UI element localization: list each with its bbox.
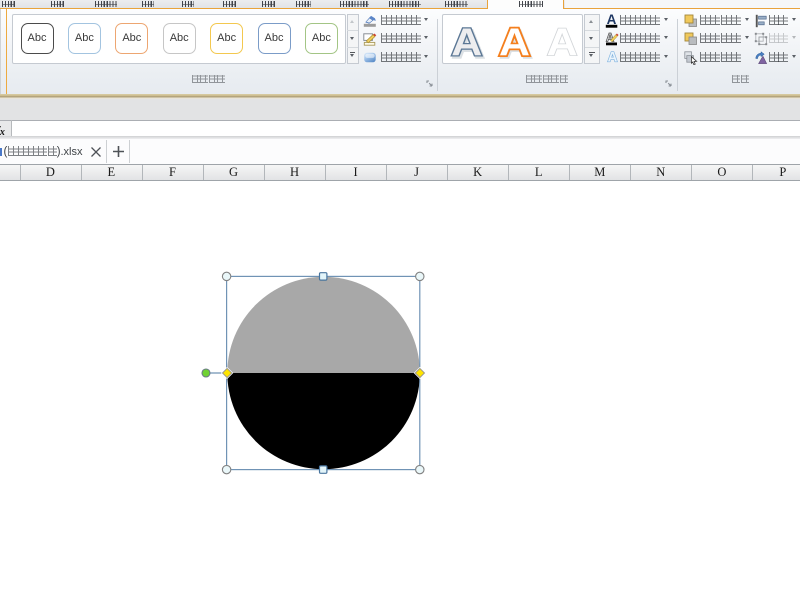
svg-text:A: A bbox=[451, 21, 482, 64]
svg-text:A: A bbox=[499, 21, 530, 64]
svg-text:A: A bbox=[547, 21, 578, 64]
svg-text:A: A bbox=[608, 50, 618, 65]
